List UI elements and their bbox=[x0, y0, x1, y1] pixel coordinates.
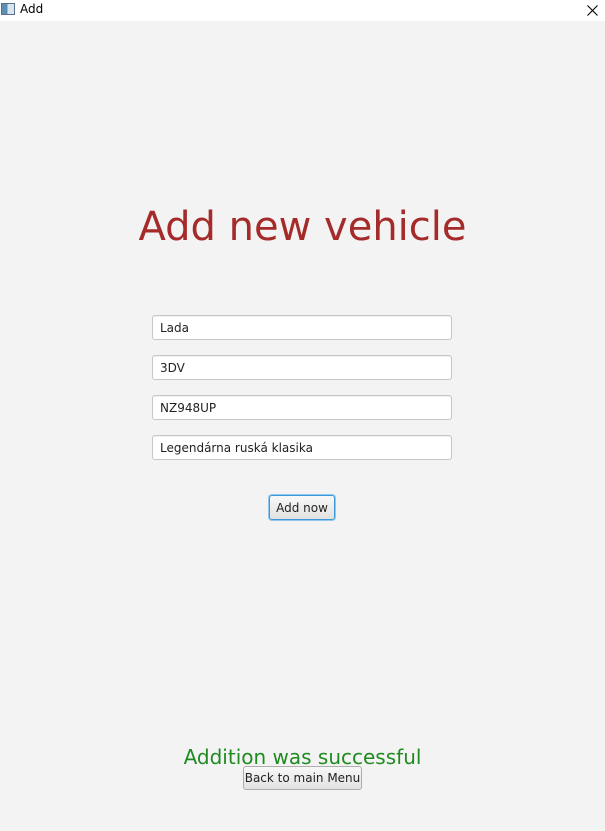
close-button[interactable] bbox=[579, 0, 605, 21]
model-field[interactable] bbox=[152, 355, 452, 380]
app-window-icon bbox=[1, 3, 15, 15]
description-field[interactable] bbox=[152, 435, 452, 460]
back-to-main-menu-button[interactable]: Back to main Menu bbox=[243, 766, 362, 790]
title-bar: Add bbox=[0, 0, 605, 21]
close-icon bbox=[586, 5, 598, 16]
brand-field[interactable] bbox=[152, 315, 452, 340]
page-title: Add new vehicle bbox=[138, 204, 467, 250]
add-now-button[interactable]: Add now bbox=[269, 495, 335, 520]
license-plate-field[interactable] bbox=[152, 395, 452, 420]
window-title: Add bbox=[20, 2, 44, 16]
